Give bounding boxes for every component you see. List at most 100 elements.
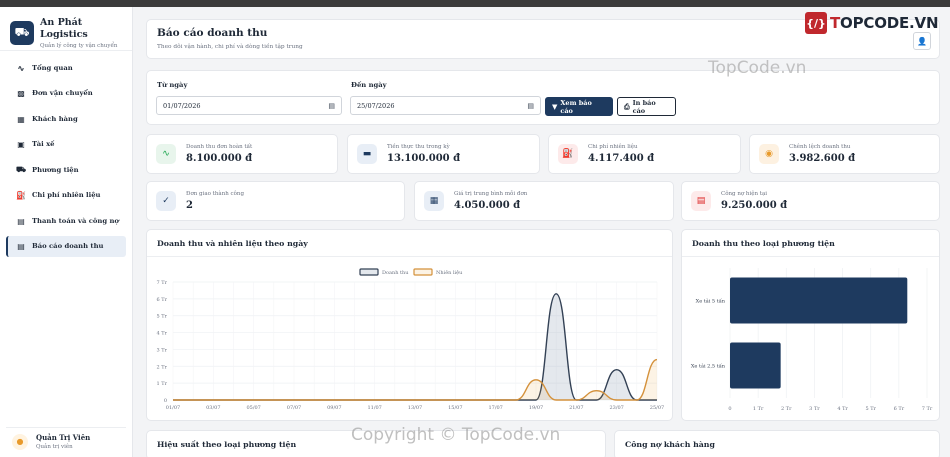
print-report-label: In báo cáo [632, 98, 656, 115]
window-top-bar [0, 0, 950, 7]
stat-value: 13.100.000 đ [387, 153, 461, 164]
x-tick-label: 09/07 [327, 405, 341, 411]
stat-card: ∿ Doanh thu đơn hoàn tất 8.100.000 đ [146, 134, 338, 174]
view-report-label: Xem báo cáo [560, 98, 592, 115]
x-tick-label: 1 Tr [753, 406, 764, 412]
boxes-icon: ▩ [17, 88, 25, 98]
filter-panel: Từ ngày 01/07/2026 ▤ Đến ngày 25/07/2026… [146, 70, 940, 125]
bar-chart-panel: Doanh thu theo loại phương tiện 01 Tr 2 T… [681, 229, 940, 421]
x-tick-label: 13/07 [408, 405, 422, 411]
stat-label: Chênh lệch doanh thu [789, 144, 851, 150]
to-date-label: Đến ngày [351, 81, 387, 89]
sidebar-item-5[interactable]: ⛽ Chi phí nhiên liệu [6, 185, 126, 206]
sidebar-item-7[interactable]: ▤ Báo cáo doanh thu [6, 235, 126, 257]
sidebar-item-3[interactable]: ▣ Tài xế [6, 134, 126, 155]
user-role: Quản trị viên [36, 444, 73, 450]
x-tick-label: 11/07 [367, 405, 381, 411]
y-tick-label: 4 Tr [157, 331, 168, 337]
user-menu-button[interactable]: 👤 [913, 32, 931, 50]
to-date-input[interactable]: 25/07/2026 ▤ [350, 96, 541, 115]
stat-value: 2 [186, 200, 193, 211]
x-tick-label: 3 Tr [809, 406, 820, 412]
stat-card: ◉ Chênh lệch doanh thu 3.982.600 đ [749, 134, 940, 174]
chart-bar-icon: ▤ [17, 241, 25, 251]
gas-pump-icon: ⛽ [16, 190, 26, 200]
view-report-button[interactable]: ▼ Xem báo cáo [545, 97, 613, 116]
to-date-value: 25/07/2026 [357, 101, 395, 110]
user-name: Quản Trị Viên [36, 433, 91, 442]
category-label: Xe tải 2,5 tấn [691, 363, 726, 370]
stat-label: Giá trị trung bình mỗi đơn [454, 191, 528, 197]
legend-swatch-0 [359, 268, 379, 276]
logo-prefix: T [830, 14, 841, 32]
x-tick-label: 5 Tr [865, 406, 876, 412]
sidebar-item-label: Chi phí nhiên liệu [32, 191, 101, 199]
sidebar-item-label: Tài xế [32, 140, 55, 148]
building-icon: ▦ [17, 113, 25, 124]
y-tick-label: 1 Tr [157, 381, 168, 387]
sidebar-nav: ∿ Tổng quan ▩ Đơn vận chuyển ▦ Khách hàng ▣ Tài… [0, 51, 132, 257]
topcode-logo: {/} TOPCODE.VN [805, 12, 939, 34]
watermark-copyright: Copyright © TopCode.vn [351, 425, 561, 445]
x-tick-label: 05/07 [246, 405, 260, 411]
category-label: Xe tải 5 tấn [696, 298, 726, 305]
stat-card: ⛽ Chi phí nhiên liệu 4.117.400 đ [548, 134, 741, 174]
watermark-top: TopCode.vn [708, 58, 807, 78]
x-tick-label: 6 Tr [894, 406, 905, 412]
calculator-icon: ▦ [424, 191, 444, 211]
print-report-button[interactable]: ⎙ In báo cáo [617, 97, 676, 116]
user-profile[interactable]: ● Quản Trị Viên Quản trị viên [6, 427, 126, 455]
brand-subtitle: Quản lý công ty vận chuyển [40, 42, 118, 49]
sidebar-item-label: Phương tiện [32, 165, 79, 174]
x-tick-label: 03/07 [206, 405, 220, 411]
bar-1 [730, 342, 781, 389]
from-date-label: Từ ngày [157, 81, 188, 89]
legend-label-0: Doanh thu [382, 270, 409, 276]
file-invoice-icon: ▤ [17, 215, 25, 226]
from-date-value: 01/07/2026 [163, 101, 201, 110]
performance-title: Hiệu suất theo loại phương tiện [157, 440, 297, 449]
x-tick-label: 0 [728, 406, 731, 412]
stat-label: Đơn giao thành công [186, 191, 244, 197]
legend-swatch-1 [413, 268, 433, 276]
x-tick-label: 01/07 [166, 405, 180, 411]
sidebar-item-2[interactable]: ▦ Khách hàng [6, 108, 126, 129]
stat-card: ▦ Giá trị trung bình mỗi đơn 4.050.000 đ [414, 181, 674, 221]
from-date-input[interactable]: 01/07/2026 ▤ [156, 96, 342, 115]
stat-label: Công nợ hiện tại [721, 191, 768, 197]
vehicle-revenue-chart: 0 1 Tr 2 Tr 3 Tr 4 Tr 5 Tr 6 Tr 7 Tr Xe tải 5 tấ… [691, 268, 933, 412]
y-tick-label: 0 [164, 398, 167, 404]
sidebar-item-6[interactable]: ▤ Thanh toán và công nợ [6, 210, 126, 231]
sidebar-item-0[interactable]: ∿ Tổng quan [6, 57, 126, 78]
x-tick-label: 19/07 [529, 405, 543, 411]
sidebar-item-label: Tổng quan [32, 63, 73, 72]
x-tick-label: 7 Tr [922, 406, 933, 412]
x-tick-label: 2 Tr [781, 406, 792, 412]
gas-pump-icon: ⛽ [558, 144, 578, 164]
y-tick-label: 7 Tr [157, 280, 168, 286]
sidebar-item-label: Đơn vận chuyển [32, 89, 93, 97]
y-tick-label: 3 Tr [157, 347, 168, 353]
sidebar-item-4[interactable]: ⛟ Phương tiện [6, 159, 126, 180]
stat-label: Chi phí nhiên liệu [588, 144, 638, 150]
brand: ⛟ An Phát Logistics Quản lý công ty vận … [0, 7, 132, 51]
brand-name: An Phát Logistics [40, 16, 88, 40]
filter-icon: ▼ [552, 102, 558, 111]
sidebar-item-label: Khách hàng [32, 114, 78, 123]
user-icon: 👤 [917, 36, 927, 46]
stat-card: ▤ Công nợ hiện tại 9.250.000 đ [681, 181, 940, 221]
file-invoice-dollar-icon: ▤ [691, 191, 711, 211]
stat-value: 8.100.000 đ [186, 153, 253, 164]
sidebar-item-label: Thanh toán và công nợ [32, 216, 119, 225]
sidebar-item-1[interactable]: ▩ Đơn vận chuyển [6, 83, 126, 104]
x-tick-label: 17/07 [488, 405, 502, 411]
stat-value: 4.117.400 đ [588, 153, 655, 164]
sidebar-item-label: Báo cáo doanh thu [32, 242, 104, 250]
bar-0 [730, 277, 908, 324]
y-tick-label: 5 Tr [157, 314, 168, 320]
stat-label: Doanh thu đơn hoàn tất [186, 144, 253, 150]
user-avatar-icon: ● [12, 433, 28, 450]
page-subtitle: Theo dõi vận hành, chi phí và dòng tiền … [157, 44, 303, 50]
truck-icon: ⛟ [15, 164, 27, 174]
truck-icon: ⛟ [10, 20, 34, 45]
